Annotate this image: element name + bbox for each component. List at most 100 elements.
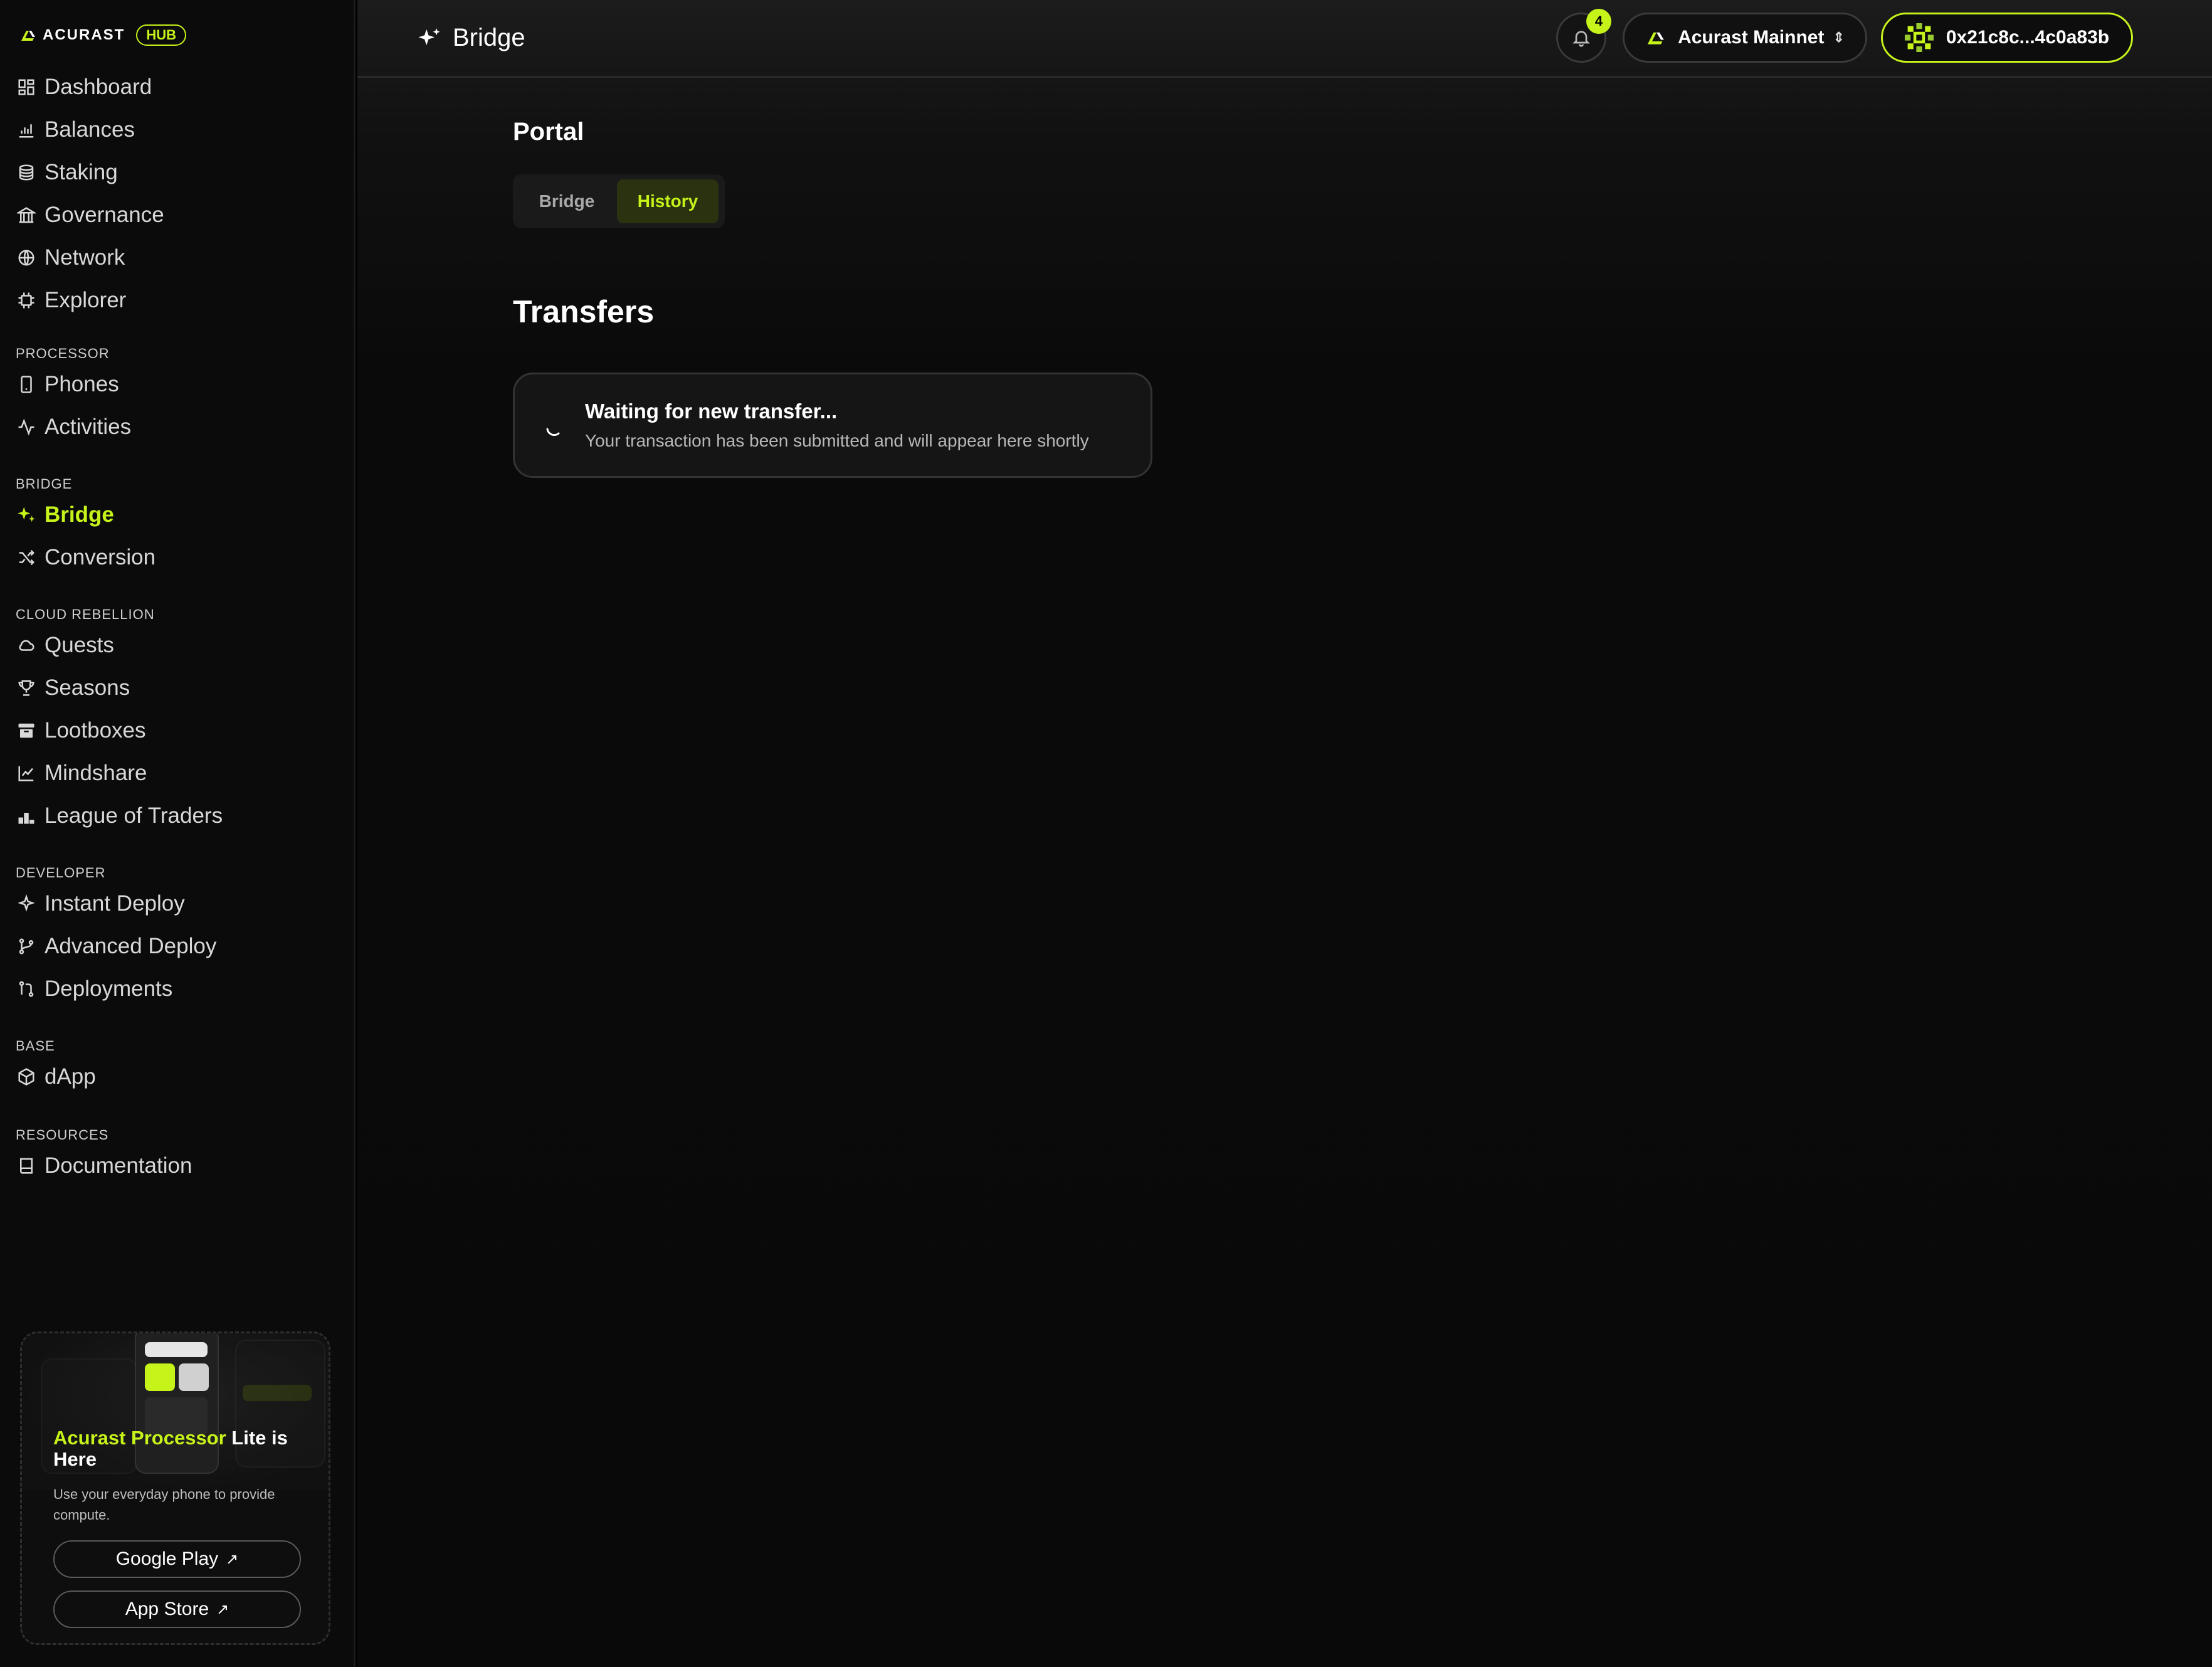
transfers-heading: Transfers [513, 294, 655, 329]
sidebar-item-label: Seasons [45, 675, 130, 700]
promo-description: Use your everyday phone to provide compu… [53, 1486, 275, 1523]
line-chart-icon [16, 763, 37, 784]
sidebar-item-phones[interactable]: Phones [0, 363, 356, 406]
sidebar-item-label: Explorer [45, 288, 127, 312]
sidebar-item-deployments[interactable]: Deployments [0, 968, 356, 1010]
promo-title: Acurast Processor Lite is Here [53, 1427, 317, 1470]
nav-heading-resources: RESOURCES [16, 1127, 109, 1143]
nav-processor: PROCESSOR Phones Activities [0, 344, 356, 448]
sidebar-item-mindshare[interactable]: Mindshare [0, 752, 356, 795]
shuffle-icon [16, 547, 37, 568]
sidebar-item-label: Network [45, 245, 125, 270]
nav-heading-developer: DEVELOPER [16, 865, 106, 881]
acurast-logo-icon [21, 31, 35, 41]
acurast-logo-icon [1647, 32, 1664, 45]
sidebar-item-label: Documentation [45, 1153, 192, 1178]
processor-lite-promo: Acurast Processor Lite is Here Use your … [20, 1331, 330, 1645]
chart-bar-icon [16, 119, 37, 140]
nav-developer: DEVELOPER Instant Deploy Advanced Deploy… [0, 864, 356, 1010]
sparkle-icon [16, 893, 37, 914]
sidebar-item-instant-deploy[interactable]: Instant Deploy [0, 882, 356, 925]
sidebar-item-explorer[interactable]: Explorer [0, 279, 356, 322]
nav-base: BASE dApp [0, 1037, 356, 1098]
chevron-updown-icon: ⇕ [1833, 29, 1845, 45]
sidebar-item-lootboxes[interactable]: Lootboxes [0, 709, 356, 752]
wallet-avatar [1904, 23, 1934, 52]
page-title: Bridge [418, 24, 525, 52]
tab-history[interactable]: History [617, 179, 719, 223]
sparkles-icon [418, 28, 440, 45]
nav-heading-cloud-rebellion: CLOUD REBELLION [16, 606, 155, 622]
sidebar-item-network[interactable]: Network [0, 236, 356, 279]
portal-heading: Portal [513, 118, 584, 146]
sidebar-item-label: Deployments [45, 976, 173, 1001]
podium-icon [16, 805, 37, 827]
nav-heading-processor: PROCESSOR [16, 346, 110, 361]
sidebar: ACURAST HUB Dashboard Balances Staking G… [0, 0, 356, 1667]
external-link-icon: ↗ [226, 1550, 239, 1568]
sidebar-item-documentation[interactable]: Documentation [0, 1145, 356, 1187]
main-content: Bridge 4 Acurast Mainnet ⇕ 0x21c8c...4c0… [357, 0, 2212, 1667]
sidebar-item-label: Phones [45, 372, 119, 396]
sidebar-item-activities[interactable]: Activities [0, 406, 356, 448]
sidebar-item-label: Instant Deploy [45, 891, 185, 916]
page-title-text: Bridge [453, 24, 525, 51]
nav-resources: RESOURCES Documentation [0, 1126, 356, 1187]
git-branch-icon [16, 936, 37, 957]
sidebar-item-label: Quests [45, 633, 114, 657]
sidebar-item-quests[interactable]: Quests [0, 624, 356, 667]
sidebar-item-advanced-deploy[interactable]: Advanced Deploy [0, 925, 356, 968]
brand-name: ACURAST [43, 26, 125, 43]
nav-heading-base: BASE [16, 1038, 55, 1054]
sidebar-item-label: Governance [45, 203, 164, 227]
activity-icon [16, 416, 37, 438]
dashboard-icon [16, 77, 37, 98]
sidebar-item-label: Bridge [45, 502, 114, 527]
sidebar-item-governance[interactable]: Governance [0, 194, 356, 236]
network-selector[interactable]: Acurast Mainnet ⇕ [1623, 13, 1867, 63]
brand-logo[interactable]: ACURAST HUB [20, 23, 186, 48]
book-icon [16, 1155, 37, 1177]
sidebar-item-label: Staking [45, 160, 118, 184]
cube-icon [16, 1066, 37, 1088]
notification-count-badge: 4 [1586, 9, 1611, 34]
wallet-button[interactable]: 0x21c8c...4c0a83b [1881, 13, 2133, 63]
sidebar-item-label: Conversion [45, 545, 156, 569]
hub-badge: HUB [136, 24, 186, 46]
chip-icon [16, 290, 37, 311]
transfer-status-subtitle: Your transaction has been submitted and … [585, 431, 1089, 450]
landmark-icon [16, 204, 37, 226]
sidebar-item-staking[interactable]: Staking [0, 151, 356, 194]
sidebar-item-conversion[interactable]: Conversion [0, 536, 356, 579]
coins-icon [16, 162, 37, 183]
archive-icon [16, 720, 37, 741]
trophy-icon [16, 677, 37, 699]
transfer-status-title: Waiting for new transfer... [585, 400, 838, 423]
external-link-icon: ↗ [216, 1601, 229, 1618]
sidebar-item-label: League of Traders [45, 803, 223, 828]
app-store-button[interactable]: App Store ↗ [53, 1590, 301, 1628]
cloud-icon [16, 635, 37, 656]
sidebar-item-balances[interactable]: Balances [0, 108, 356, 151]
pending-transfer-card: Waiting for new transfer... Your transac… [513, 373, 1152, 478]
promo-title-highlight: Acurast Processor [53, 1427, 226, 1449]
sidebar-item-label: dApp [45, 1064, 96, 1089]
app-store-label: App Store [125, 1599, 209, 1619]
git-pull-request-icon [16, 978, 37, 1000]
sidebar-item-league-of-traders[interactable]: League of Traders [0, 795, 356, 837]
network-name: Acurast Mainnet [1678, 27, 1825, 48]
sidebar-item-label: Mindshare [45, 761, 147, 785]
tab-bridge[interactable]: Bridge [517, 179, 617, 223]
google-play-button[interactable]: Google Play ↗ [53, 1540, 301, 1578]
sidebar-item-seasons[interactable]: Seasons [0, 667, 356, 709]
sidebar-item-label: Balances [45, 117, 135, 142]
sidebar-item-label: Dashboard [45, 75, 152, 99]
nav-main: Dashboard Balances Staking Governance Ne… [0, 66, 356, 322]
google-play-label: Google Play [115, 1548, 219, 1569]
sidebar-item-dashboard[interactable]: Dashboard [0, 66, 356, 108]
loading-spinner-icon [546, 428, 560, 437]
globe-icon [16, 247, 37, 268]
sidebar-item-dapp[interactable]: dApp [0, 1056, 356, 1098]
nav-heading-bridge: BRIDGE [16, 476, 73, 492]
sidebar-item-bridge[interactable]: Bridge [0, 494, 356, 536]
